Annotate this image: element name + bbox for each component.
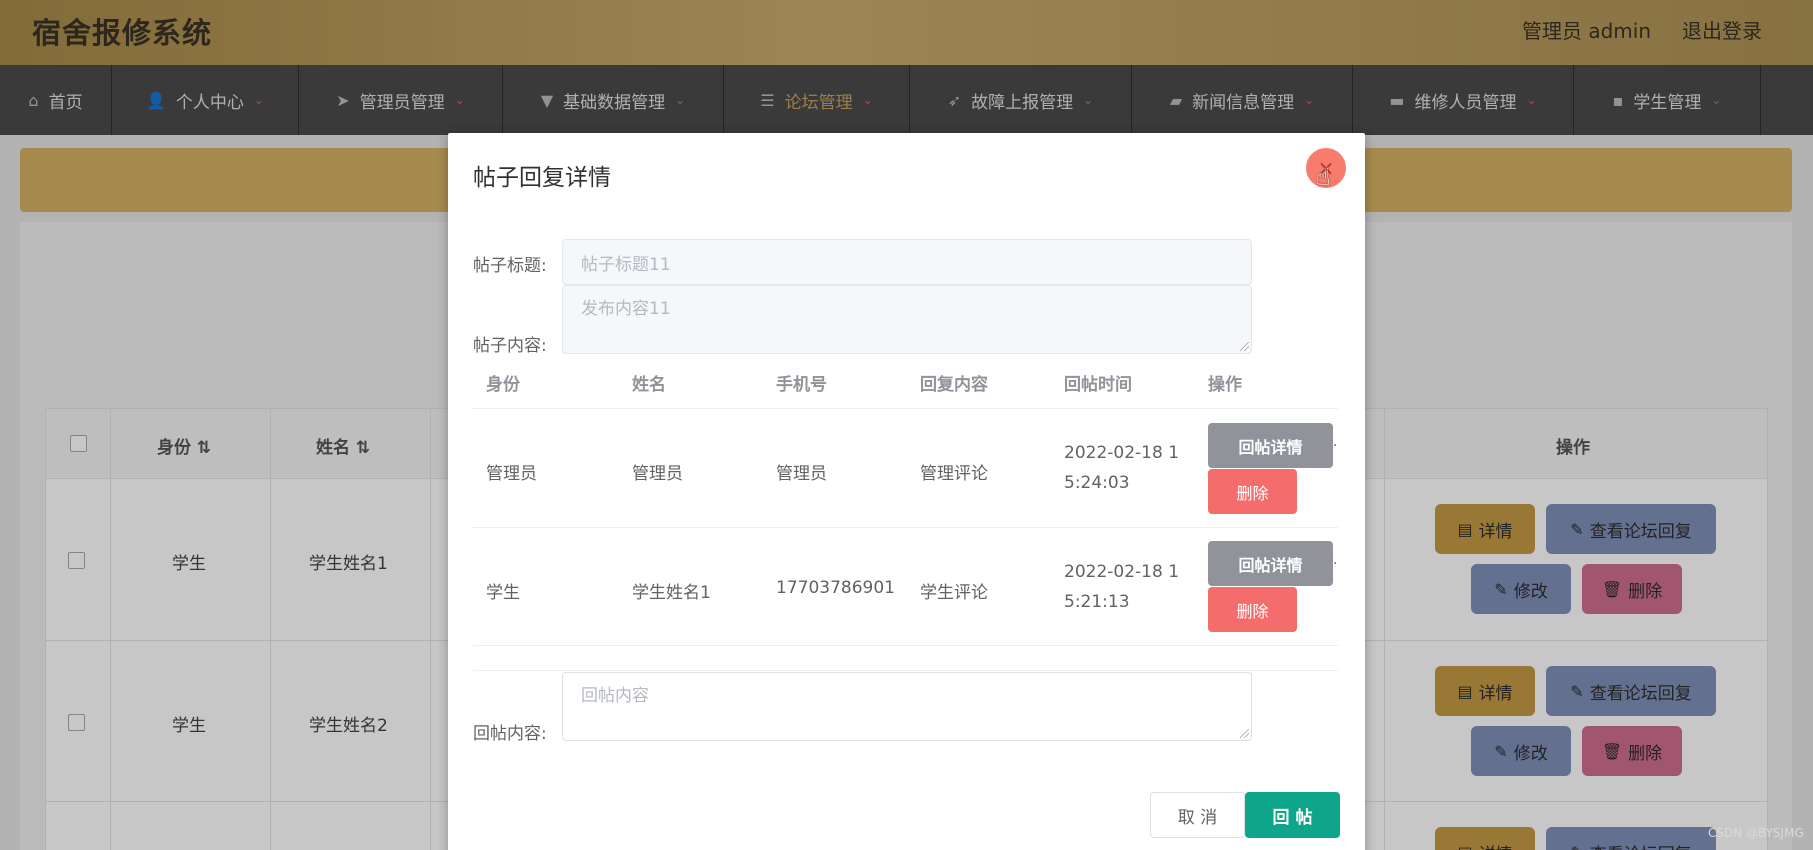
delete-reply-button[interactable]: 删除 (1208, 587, 1297, 632)
post-content-label: 帖子内容: (473, 336, 547, 356)
reply-detail-button[interactable]: 回帖详情 (1208, 541, 1333, 586)
reply-detail-dialog: 帖子回复详情 × ☝ 帖子标题: 帖子标题11 帖子内容: 发布内容11 身份 … (448, 133, 1365, 850)
column-header-name: 姓名 (632, 375, 666, 395)
table-cell-reply-time: 5:21:13 (1064, 592, 1130, 612)
post-title-field[interactable]: 帖子标题11 (562, 239, 1252, 285)
overflow-dot: · (1333, 438, 1338, 454)
watermark: CSDN @BYSJMG (1708, 826, 1804, 840)
column-header-reply-content: 回复内容 (920, 375, 988, 395)
column-header-reply-time: 回帖时间 (1064, 375, 1132, 395)
column-header-identity: 身份 (486, 375, 520, 395)
table-cell-reply-time: 2022-02-18 1 (1064, 443, 1180, 463)
table-cell-phone: 17703786901 (776, 578, 895, 598)
delete-reply-button[interactable]: 删除 (1208, 469, 1297, 514)
table-cell-identity: 管理员 (486, 464, 537, 484)
resize-handle-icon[interactable] (1240, 729, 1249, 738)
table-cell-reply-time: 5:24:03 (1064, 473, 1130, 493)
table-cell-identity: 学生 (486, 583, 520, 603)
dialog-title: 帖子回复详情 (473, 165, 611, 191)
reply-content-input[interactable]: 回帖内容 (562, 672, 1252, 741)
reply-content-label: 回帖内容: (473, 724, 547, 744)
reply-detail-button[interactable]: 回帖详情 (1208, 423, 1333, 468)
column-header-phone: 手机号 (776, 375, 827, 395)
table-cell-name: 学生姓名1 (632, 583, 711, 603)
table-cell-reply-content: 管理评论 (920, 464, 988, 484)
table-cell-name: 管理员 (632, 464, 683, 484)
post-content-field[interactable]: 发布内容11 (562, 285, 1252, 354)
submit-reply-button[interactable]: 回 帖 (1245, 792, 1340, 838)
column-header-action: 操作 (1208, 375, 1242, 395)
hand-cursor-icon: ☝ (1316, 163, 1331, 191)
cancel-button[interactable]: 取 消 (1150, 792, 1245, 838)
table-cell-phone: 管理员 (776, 464, 827, 484)
overflow-dot: · (1333, 556, 1338, 572)
table-cell-reply-time: 2022-02-18 1 (1064, 562, 1180, 582)
table-cell-reply-content: 学生评论 (920, 583, 988, 603)
resize-handle-icon[interactable] (1240, 342, 1249, 351)
post-title-label: 帖子标题: (473, 256, 547, 276)
